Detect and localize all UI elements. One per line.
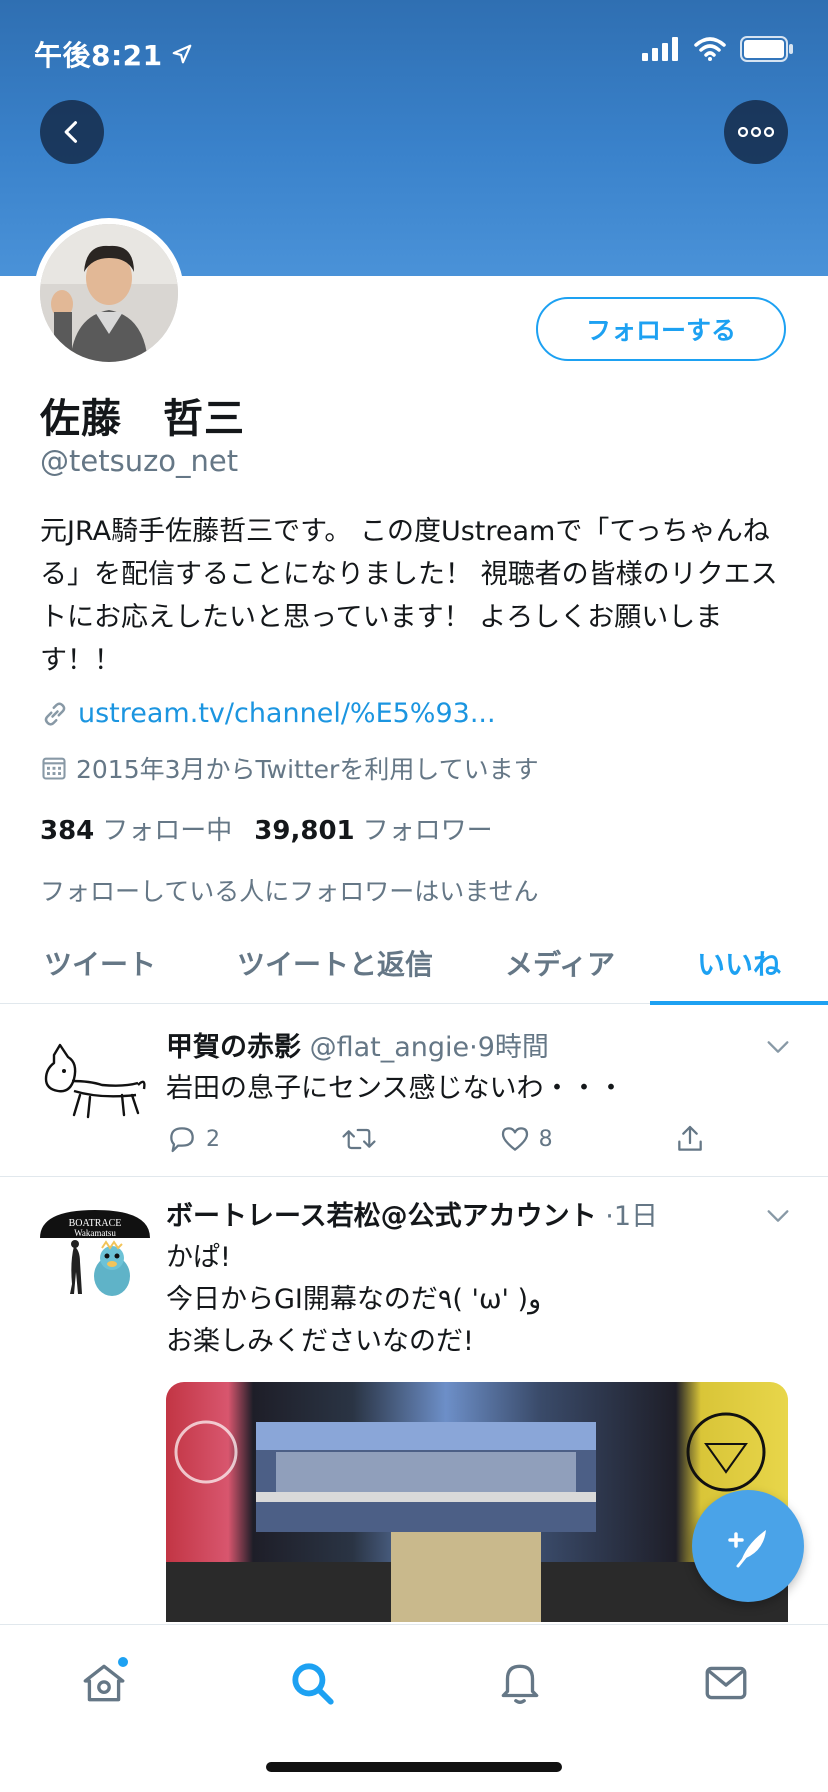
profile-joined-row: 2015年3月からTwitterを利用しています [40,750,539,786]
following-count: 384 [40,816,95,846]
chevron-down-icon[interactable] [764,1202,792,1230]
tweet-header: 甲賀の赤影 @flat_angie·9時間 [166,1025,798,1064]
search-icon [292,1663,334,1705]
svg-text:Wakamatsu: Wakamatsu [74,1228,116,1238]
tweet-author-avatar[interactable] [40,1033,150,1143]
tweet-text-line: お楽しみくださいなのだ! [166,1326,474,1357]
heart-icon [501,1127,528,1151]
calendar-icon [42,757,66,780]
retweet-icon [342,1128,376,1150]
tab-tweets-and-replies[interactable]: ツイートと返信 [200,922,470,1004]
tweet-separator-dot: · [605,1201,614,1232]
followers-label: フォロワー [362,816,493,846]
profile-handle: @tetsuzo_net [40,444,239,478]
compose-feather-icon [728,1530,766,1568]
follow-button[interactable]: フォローする [536,297,786,361]
battery-icon [740,36,793,62]
tweet-actions: 2 8 [166,1123,706,1155]
profile-counts: 384 フォロー中 39,801 フォロワー [40,810,493,847]
tweet-header: ボートレース若松@公式アカウント ·1日 [166,1194,798,1233]
more-options-button[interactable] [724,100,788,164]
reply-count: 2 [206,1126,220,1152]
status-time: 午後8:21 [34,34,193,74]
tweet-author-handle[interactable]: @flat_angie [310,1032,470,1063]
envelope-icon [705,1666,747,1700]
tweet-text-line: 今日からGI開幕なのだ٩( 'ω' )و [166,1284,542,1315]
compose-tweet-button[interactable] [692,1490,804,1602]
followers-count: 39,801 [254,816,355,846]
bell-icon [501,1664,539,1704]
dog-drawing-avatar [44,1043,146,1119]
tweet-text-line: かぱ! [166,1242,231,1273]
tab-tweets[interactable]: ツイート [0,922,200,1004]
retweet-action[interactable] [341,1123,377,1155]
profile-avatar[interactable] [34,218,184,368]
profile-bio: 元JRA騎手佐藤哲三です。 この度Ustreamで「てっちゃんねる」を配信するこ… [40,516,778,676]
following-count-link[interactable]: 384 フォロー中 [40,810,232,847]
like-action[interactable]: 8 [499,1123,553,1155]
chevron-down-icon[interactable] [764,1033,792,1061]
tweet-item[interactable]: 甲賀の赤影 @flat_angie·9時間 岩田の息子にセンス感じないわ・・・ … [0,1005,828,1177]
reply-icon [170,1127,194,1153]
profile-display-name: 佐藤 哲三 [40,396,245,442]
nav-search[interactable] [284,1655,340,1711]
tweet-media-image[interactable] [166,1382,788,1622]
reply-action[interactable]: 2 [166,1123,220,1155]
cellular-signal-icon [642,37,678,61]
status-bar: 午後8:21 [0,0,828,100]
boatrace-wakamatsu-logo: BOATRACE Wakamatsu [40,1210,150,1296]
share-icon [678,1125,702,1151]
new-content-dot [118,1657,128,1667]
home-indicator[interactable] [266,1762,562,1772]
tweet-text: 岩田の息子にセンス感じないわ・・・ [166,1073,625,1104]
followers-count-link[interactable]: 39,801 フォロワー [254,810,492,847]
following-label: フォロー中 [102,816,233,846]
nav-messages[interactable] [698,1655,754,1711]
share-action[interactable] [674,1123,706,1155]
link-icon [44,701,66,726]
more-dots-icon [738,127,774,137]
nav-notifications[interactable] [492,1655,548,1711]
tweet-time: 1日 [613,1201,659,1232]
like-count: 8 [538,1126,553,1152]
tweet-text: かぱ! 今日からGI開幕なのだ٩( 'ω' )و お楽しみくださいなのだ! [166,1237,798,1363]
wifi-icon [694,37,726,61]
tweet-author-name[interactable]: 甲賀の赤影 [166,1032,301,1063]
tab-likes[interactable]: いいね [650,922,828,1005]
tab-media[interactable]: メディア [470,922,650,1004]
profile-link[interactable]: ustream.tv/channel/%E5%93... [78,698,496,729]
followers-you-know-note: フォローしている人にフォロワーはいません [40,877,539,906]
profile-joined-date: 2015年3月からTwitterを利用しています [76,755,539,784]
back-button[interactable] [40,100,104,164]
tweet-author-avatar[interactable]: BOATRACE Wakamatsu [40,1202,150,1312]
profile-tabs: ツイート ツイートと返信 メディア いいね [0,922,828,1005]
event-stage-photo [166,1412,788,1622]
tweet-separator-dot: · [469,1032,478,1063]
location-arrow-icon [172,44,192,64]
tweet-time: 9時間 [477,1032,549,1063]
chevron-left-icon [64,121,78,143]
nav-home[interactable] [76,1655,132,1711]
avatar-photo [40,224,178,362]
profile-link-row[interactable]: ustream.tv/channel/%E5%93... [40,698,496,729]
tweet-author-name[interactable]: ボートレース若松@公式アカウント [166,1201,597,1232]
